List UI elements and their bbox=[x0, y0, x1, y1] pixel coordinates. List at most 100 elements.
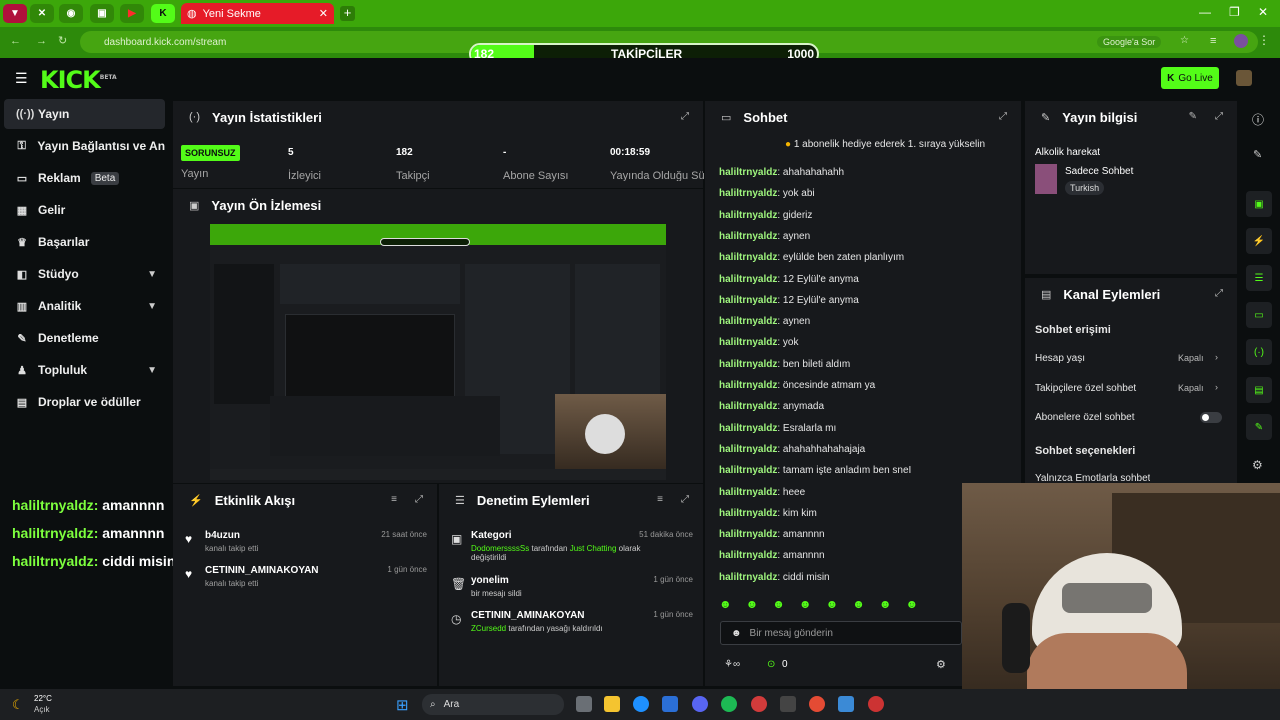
chat-username[interactable]: haliltrnyaldz bbox=[719, 401, 777, 412]
expand-icon[interactable]: ⤢ bbox=[681, 111, 689, 122]
chat-message[interactable]: haliltrnyaldz: aynen bbox=[719, 231, 810, 242]
chat-username[interactable]: haliltrnyaldz bbox=[719, 337, 777, 348]
sidebar-item-studio[interactable]: ◧ Stüdyo ▼ bbox=[4, 259, 165, 289]
taskview-icon[interactable] bbox=[576, 696, 592, 712]
chat-message[interactable]: haliltrnyaldz: ben bileti aldım bbox=[719, 359, 850, 370]
app-icon[interactable] bbox=[751, 696, 767, 712]
emote-icon[interactable]: ☻ bbox=[852, 597, 865, 613]
sidebar-item-achievements[interactable]: ♛ Başarılar bbox=[4, 227, 165, 257]
sidebar-item-analytics[interactable]: ▥ Analitik ▼ bbox=[4, 291, 165, 321]
chat-message[interactable]: haliltrnyaldz: ahahahahahh bbox=[719, 167, 844, 178]
hamburger-menu-icon[interactable]: ☰ bbox=[15, 70, 28, 87]
chat-message[interactable]: haliltrnyaldz: 12 Eylül'e anyma bbox=[719, 295, 859, 306]
filter-icon[interactable]: ≡ bbox=[391, 494, 397, 505]
chat-message[interactable]: haliltrnyaldz: tamam işte anladım ben sn… bbox=[719, 465, 911, 476]
pinned-tab-x[interactable]: ✕ bbox=[30, 4, 54, 23]
new-tab-button[interactable]: + bbox=[340, 6, 355, 21]
rail-broadcast-button[interactable]: (·) bbox=[1246, 339, 1272, 365]
extensions-icon[interactable]: ≡ bbox=[1210, 35, 1216, 47]
chat-message[interactable]: haliltrnyaldz: eylülde ben zaten planlıy… bbox=[719, 252, 904, 263]
pencil-icon[interactable]: ✎ bbox=[1253, 148, 1262, 161]
chat-message[interactable]: haliltrnyaldz: yok abi bbox=[719, 188, 815, 199]
emote-icon[interactable]: ☻ bbox=[905, 597, 918, 613]
emote-icon[interactable]: ☻ bbox=[799, 597, 812, 613]
kick-logo[interactable]: KICKBETA bbox=[40, 66, 117, 94]
pinned-tab-pocket[interactable]: ▼ bbox=[3, 4, 27, 23]
pinned-message[interactable]: ● 1 abonelik hediye ederek 1. sıraya yük… bbox=[785, 139, 985, 150]
chat-username[interactable]: haliltrnyaldz bbox=[719, 167, 777, 178]
discord-icon[interactable] bbox=[692, 696, 708, 712]
pinned-tab-youtube[interactable]: ▶ bbox=[120, 4, 144, 23]
chat-message[interactable]: haliltrnyaldz: öncesinde atmam ya bbox=[719, 380, 875, 391]
maximize-icon[interactable]: ❐ bbox=[1229, 5, 1240, 19]
windows-start-icon[interactable]: ⊞ bbox=[396, 696, 409, 714]
chat-settings-icon[interactable]: ⚙ bbox=[936, 658, 946, 671]
taskbar-search[interactable]: ⌕ Ara bbox=[422, 694, 564, 715]
rail-channel-button[interactable]: ▤ bbox=[1246, 377, 1272, 403]
rail-bolt-button[interactable]: ⚡ bbox=[1246, 228, 1272, 254]
chat-username[interactable]: haliltrnyaldz bbox=[719, 508, 777, 519]
sidebar-item-community[interactable]: ♟ Topluluk ▼ bbox=[4, 355, 165, 385]
edge-icon[interactable] bbox=[633, 696, 649, 712]
app-icon[interactable] bbox=[868, 696, 884, 712]
file-explorer-icon[interactable] bbox=[604, 696, 620, 712]
chat-message[interactable]: haliltrnyaldz: Esralarla mı bbox=[719, 423, 836, 434]
active-tab[interactable]: ◍ Yeni Sekme ✕ bbox=[181, 3, 334, 24]
chat-message[interactable]: haliltrnyaldz: amannnn bbox=[719, 550, 825, 561]
emote-icon[interactable]: ☻ bbox=[772, 597, 785, 613]
chat-message[interactable]: haliltrnyaldz: 12 Eylül'e anyma bbox=[719, 274, 859, 285]
rail-chat-button[interactable]: ▭ bbox=[1246, 302, 1272, 328]
expand-icon[interactable]: ⤢ bbox=[1215, 111, 1223, 122]
reload-icon[interactable]: ↻ bbox=[58, 34, 67, 47]
emote-icon[interactable]: ☻ bbox=[826, 597, 839, 613]
chat-username[interactable]: haliltrnyaldz bbox=[719, 529, 777, 540]
chat-username[interactable]: haliltrnyaldz bbox=[719, 295, 777, 306]
settings-icon[interactable]: ⚙ bbox=[1252, 458, 1263, 472]
pinned-tab-1[interactable]: ◉ bbox=[59, 4, 83, 23]
users-icon[interactable]: ⚘∞ bbox=[724, 659, 740, 670]
chat-message[interactable]: haliltrnyaldz: heee bbox=[719, 487, 805, 498]
chat-username[interactable]: haliltrnyaldz bbox=[719, 188, 777, 199]
forward-icon[interactable]: → bbox=[36, 35, 47, 47]
rail-wrench-button[interactable]: ✎ bbox=[1246, 414, 1272, 440]
setting-row-followers-only[interactable]: Takipçilere özel sohbet bbox=[1035, 383, 1136, 394]
pinned-tab-2[interactable]: ▣ bbox=[90, 4, 114, 23]
chat-username[interactable]: haliltrnyaldz bbox=[719, 359, 777, 370]
stream-preview-video[interactable] bbox=[210, 224, 666, 480]
go-live-button[interactable]: K Go Live bbox=[1161, 67, 1219, 89]
chat-username[interactable]: haliltrnyaldz bbox=[719, 380, 777, 391]
chat-username[interactable]: haliltrnyaldz bbox=[719, 252, 777, 263]
spotify-icon[interactable] bbox=[721, 696, 737, 712]
chat-username[interactable]: haliltrnyaldz bbox=[719, 316, 777, 327]
sidebar-item-revenue[interactable]: ▦ Gelir bbox=[4, 195, 165, 225]
chat-username[interactable]: haliltrnyaldz bbox=[719, 274, 777, 285]
chat-message[interactable]: haliltrnyaldz: anymada bbox=[719, 401, 824, 412]
app-icon[interactable] bbox=[838, 696, 854, 712]
expand-icon[interactable]: ⤢ bbox=[999, 111, 1007, 122]
back-icon[interactable]: ← bbox=[10, 35, 21, 47]
chat-username[interactable]: haliltrnyaldz bbox=[719, 444, 777, 455]
setting-row-account-age[interactable]: Hesap yaşı bbox=[1035, 353, 1085, 364]
user-avatar[interactable] bbox=[1236, 70, 1252, 86]
pinned-tab-kick[interactable]: K bbox=[151, 4, 175, 23]
chat-message[interactable]: haliltrnyaldz: aynen bbox=[719, 316, 810, 327]
chat-username[interactable]: haliltrnyaldz bbox=[719, 572, 777, 583]
rail-list-button[interactable]: ☰ bbox=[1246, 265, 1272, 291]
chat-username[interactable]: haliltrnyaldz bbox=[719, 550, 777, 561]
chat-username[interactable]: haliltrnyaldz bbox=[719, 423, 777, 434]
sidebar-item-drops[interactable]: ▤ Droplar ve ödüller bbox=[4, 387, 165, 417]
obs-icon[interactable] bbox=[780, 696, 796, 712]
sidebar-item-stream-key[interactable]: ⚿ Yayın Bağlantısı ve Anahtarı bbox=[4, 131, 165, 161]
bookmark-star-icon[interactable]: ☆ bbox=[1180, 35, 1189, 46]
emote-icon[interactable]: ☻ bbox=[719, 597, 732, 613]
chevron-right-icon[interactable]: › bbox=[1215, 352, 1218, 362]
edit-icon[interactable]: ✎ bbox=[1189, 111, 1197, 122]
chat-message[interactable]: haliltrnyaldz: kim kim bbox=[719, 508, 817, 519]
chat-message[interactable]: haliltrnyaldz: gideriz bbox=[719, 210, 812, 221]
chevron-right-icon[interactable]: › bbox=[1215, 382, 1218, 392]
expand-icon[interactable]: ⤢ bbox=[1215, 288, 1223, 299]
sidebar-item-stream[interactable]: ((·)) Yayın bbox=[4, 99, 165, 129]
expand-icon[interactable]: ⤢ bbox=[415, 494, 423, 505]
subs-only-toggle[interactable] bbox=[1200, 412, 1222, 423]
chat-message[interactable]: haliltrnyaldz: yok bbox=[719, 337, 798, 348]
